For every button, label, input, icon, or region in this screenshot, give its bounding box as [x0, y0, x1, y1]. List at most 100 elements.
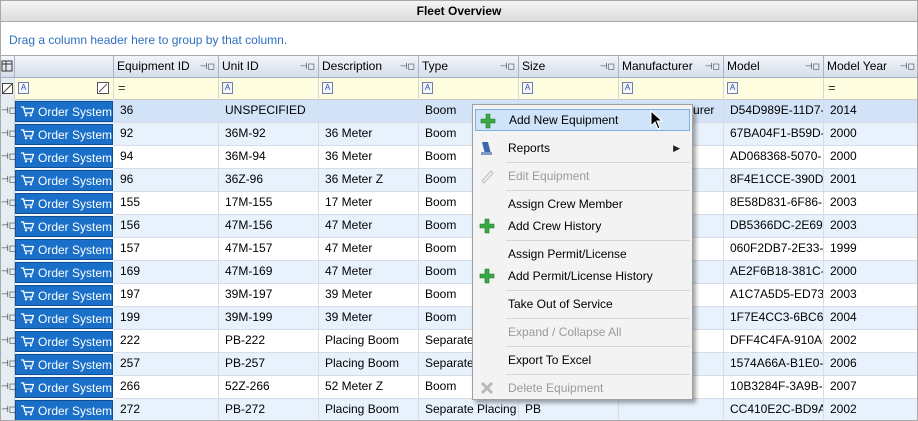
cell-model-year[interactable]: 2002	[824, 399, 917, 420]
group-by-panel[interactable]: Drag a column header here to group by th…	[0, 22, 918, 55]
cell-model-year[interactable]: 2003	[824, 192, 917, 215]
filter-description[interactable]: A	[319, 78, 419, 100]
filter-model[interactable]: A	[724, 78, 824, 100]
row-pin-icon[interactable]: ⊣◻	[1, 261, 16, 284]
table-row[interactable]: ⊣◻ Order System 272 PB-272 Placing Boom Separ…	[1, 399, 917, 420]
cell-unit-id[interactable]: PB-272	[219, 399, 319, 420]
cell-unit-id[interactable]: UNSPECIFIED	[219, 100, 319, 123]
order-system-button[interactable]: Order System	[15, 308, 113, 329]
order-system-button[interactable]: Order System	[15, 101, 113, 122]
column-header-model[interactable]: Model ⊣◻	[724, 56, 824, 78]
order-system-button[interactable]: Order System	[15, 147, 113, 168]
row-pin-icon[interactable]: ⊣◻	[1, 376, 16, 399]
cell-model[interactable]: AE2F6B18-381C-	[724, 261, 824, 284]
cell-model-year[interactable]: 2006	[824, 353, 917, 376]
cell-equipment-id[interactable]: 94	[114, 146, 219, 169]
cell-equipment-id[interactable]: 272	[114, 399, 219, 420]
table-row[interactable]: ⊣◻ Order System 92 36M-92 36 Meter Boom 67BA04…	[1, 123, 917, 146]
menu-item-export-to-excel[interactable]: Export To Excel	[475, 349, 690, 371]
cell-model-year[interactable]: 2003	[824, 215, 917, 238]
cell-unit-id[interactable]: 39M-199	[219, 307, 319, 330]
filter-unit-id[interactable]: A	[219, 78, 319, 100]
cell-description[interactable]	[319, 100, 419, 123]
row-pin-icon[interactable]: ⊣◻	[1, 100, 16, 123]
cell-unit-id[interactable]: PB-257	[219, 353, 319, 376]
menu-item-delete-equipment[interactable]: Delete Equipment	[475, 377, 690, 399]
pin-icon[interactable]: ⊣◻	[400, 56, 415, 77]
cell-equipment-id[interactable]: 36	[114, 100, 219, 123]
row-pin-icon[interactable]: ⊣◻	[1, 169, 16, 192]
column-header-model-year[interactable]: Model Year ⊣◻	[824, 56, 917, 78]
cell-description[interactable]: 17 Meter	[319, 192, 419, 215]
menu-item-add-permit-license-history[interactable]: Add Permit/License History	[475, 265, 690, 287]
menu-item-assign-permit-license[interactable]: Assign Permit/License	[475, 243, 690, 265]
cell-description[interactable]: 39 Meter	[319, 284, 419, 307]
cell-unit-id[interactable]: 47M-156	[219, 215, 319, 238]
order-system-button[interactable]: Order System	[15, 239, 113, 260]
row-pin-icon[interactable]: ⊣◻	[1, 146, 16, 169]
clear-filter-icon[interactable]	[1, 78, 15, 100]
pin-icon[interactable]: ⊣◻	[900, 56, 915, 77]
cell-model[interactable]: 8E58D831-6F86-	[724, 192, 824, 215]
column-chooser-icon[interactable]	[1, 56, 15, 78]
row-pin-icon[interactable]: ⊣◻	[1, 192, 16, 215]
cell-model[interactable]: DB5366DC-2E69-	[724, 215, 824, 238]
table-row[interactable]: ⊣◻ Order System 94 36M-94 36 Meter Boom AD0683…	[1, 146, 917, 169]
table-row[interactable]: ⊣◻ Order System 257 PB-257 Placing Boom Separ…	[1, 353, 917, 376]
cell-equipment-id[interactable]: 157	[114, 238, 219, 261]
cell-description[interactable]: 47 Meter	[319, 215, 419, 238]
cell-description[interactable]: 36 Meter	[319, 123, 419, 146]
table-row[interactable]: ⊣◻ Order System 197 39M-197 39 Meter Boom A1C7…	[1, 284, 917, 307]
order-system-button[interactable]: Order System	[15, 170, 113, 191]
row-pin-icon[interactable]: ⊣◻	[1, 238, 16, 261]
cell-equipment-id[interactable]: 266	[114, 376, 219, 399]
cell-model-year[interactable]: 2000	[824, 123, 917, 146]
order-filter-cell[interactable]: A	[15, 78, 114, 100]
column-header-equipment-id[interactable]: Equipment ID ⊣◻	[114, 56, 219, 78]
filter-operator-icon[interactable]: A	[18, 82, 29, 94]
row-pin-icon[interactable]: ⊣◻	[1, 307, 16, 330]
menu-item-reports[interactable]: Reports ▶	[475, 137, 690, 159]
cell-model[interactable]: AD068368-5070-	[724, 146, 824, 169]
cell-equipment-id[interactable]: 96	[114, 169, 219, 192]
order-system-button[interactable]: Order System	[15, 285, 113, 306]
table-row[interactable]: ⊣◻ Order System 199 39M-199 39 Meter Boom 1F7E…	[1, 307, 917, 330]
cell-equipment-id[interactable]: 197	[114, 284, 219, 307]
cell-model-year[interactable]: 2003	[824, 284, 917, 307]
cell-description[interactable]: 47 Meter	[319, 238, 419, 261]
cell-unit-id[interactable]: 39M-197	[219, 284, 319, 307]
cell-model-year[interactable]: 1999	[824, 238, 917, 261]
column-header-size[interactable]: Size ⊣◻	[519, 56, 619, 78]
cell-description[interactable]: Placing Boom	[319, 353, 419, 376]
cell-model[interactable]: 67BA04F1-B59D-	[724, 123, 824, 146]
pin-icon[interactable]: ⊣◻	[500, 56, 515, 77]
cell-equipment-id[interactable]: 257	[114, 353, 219, 376]
cell-model[interactable]: 1F7E4CC3-6BC6	[724, 307, 824, 330]
row-pin-icon[interactable]: ⊣◻	[1, 123, 16, 146]
order-system-button[interactable]: Order System	[15, 124, 113, 145]
cell-model[interactable]: 060F2DB7-2E33-	[724, 238, 824, 261]
cell-unit-id[interactable]: 47M-169	[219, 261, 319, 284]
cell-type[interactable]: Separate Placing	[419, 399, 519, 420]
cell-equipment-id[interactable]: 92	[114, 123, 219, 146]
filter-clear-icon[interactable]	[97, 82, 110, 95]
pin-icon[interactable]: ⊣◻	[200, 56, 215, 77]
cell-description[interactable]: 36 Meter Z	[319, 169, 419, 192]
filter-size[interactable]: A	[519, 78, 619, 100]
pin-icon[interactable]: ⊣◻	[300, 56, 315, 77]
cell-description[interactable]: 52 Meter Z	[319, 376, 419, 399]
cell-unit-id[interactable]: 36M-94	[219, 146, 319, 169]
table-row[interactable]: ⊣◻ Order System 169 47M-169 47 Meter Boom AE2F…	[1, 261, 917, 284]
cell-model[interactable]: 8F4E1CCE-390D	[724, 169, 824, 192]
cell-description[interactable]: Placing Boom	[319, 330, 419, 353]
row-pin-icon[interactable]: ⊣◻	[1, 330, 16, 353]
fleet-grid[interactable]: Equipment ID ⊣◻ Unit ID ⊣◻ Description ⊣◻ T…	[0, 55, 918, 421]
order-system-button[interactable]: Order System	[15, 354, 113, 375]
order-system-button[interactable]: Order System	[15, 331, 113, 352]
table-row[interactable]: ⊣◻ Order System 155 17M-155 17 Meter Boom 8E58…	[1, 192, 917, 215]
cell-equipment-id[interactable]: 222	[114, 330, 219, 353]
menu-item-expand-collapse-all[interactable]: Expand / Collapse All	[475, 321, 690, 343]
cell-description[interactable]: Placing Boom	[319, 399, 419, 420]
filter-equipment-id[interactable]: =	[114, 78, 219, 100]
menu-item-add-crew-history[interactable]: Add Crew History	[475, 215, 690, 237]
